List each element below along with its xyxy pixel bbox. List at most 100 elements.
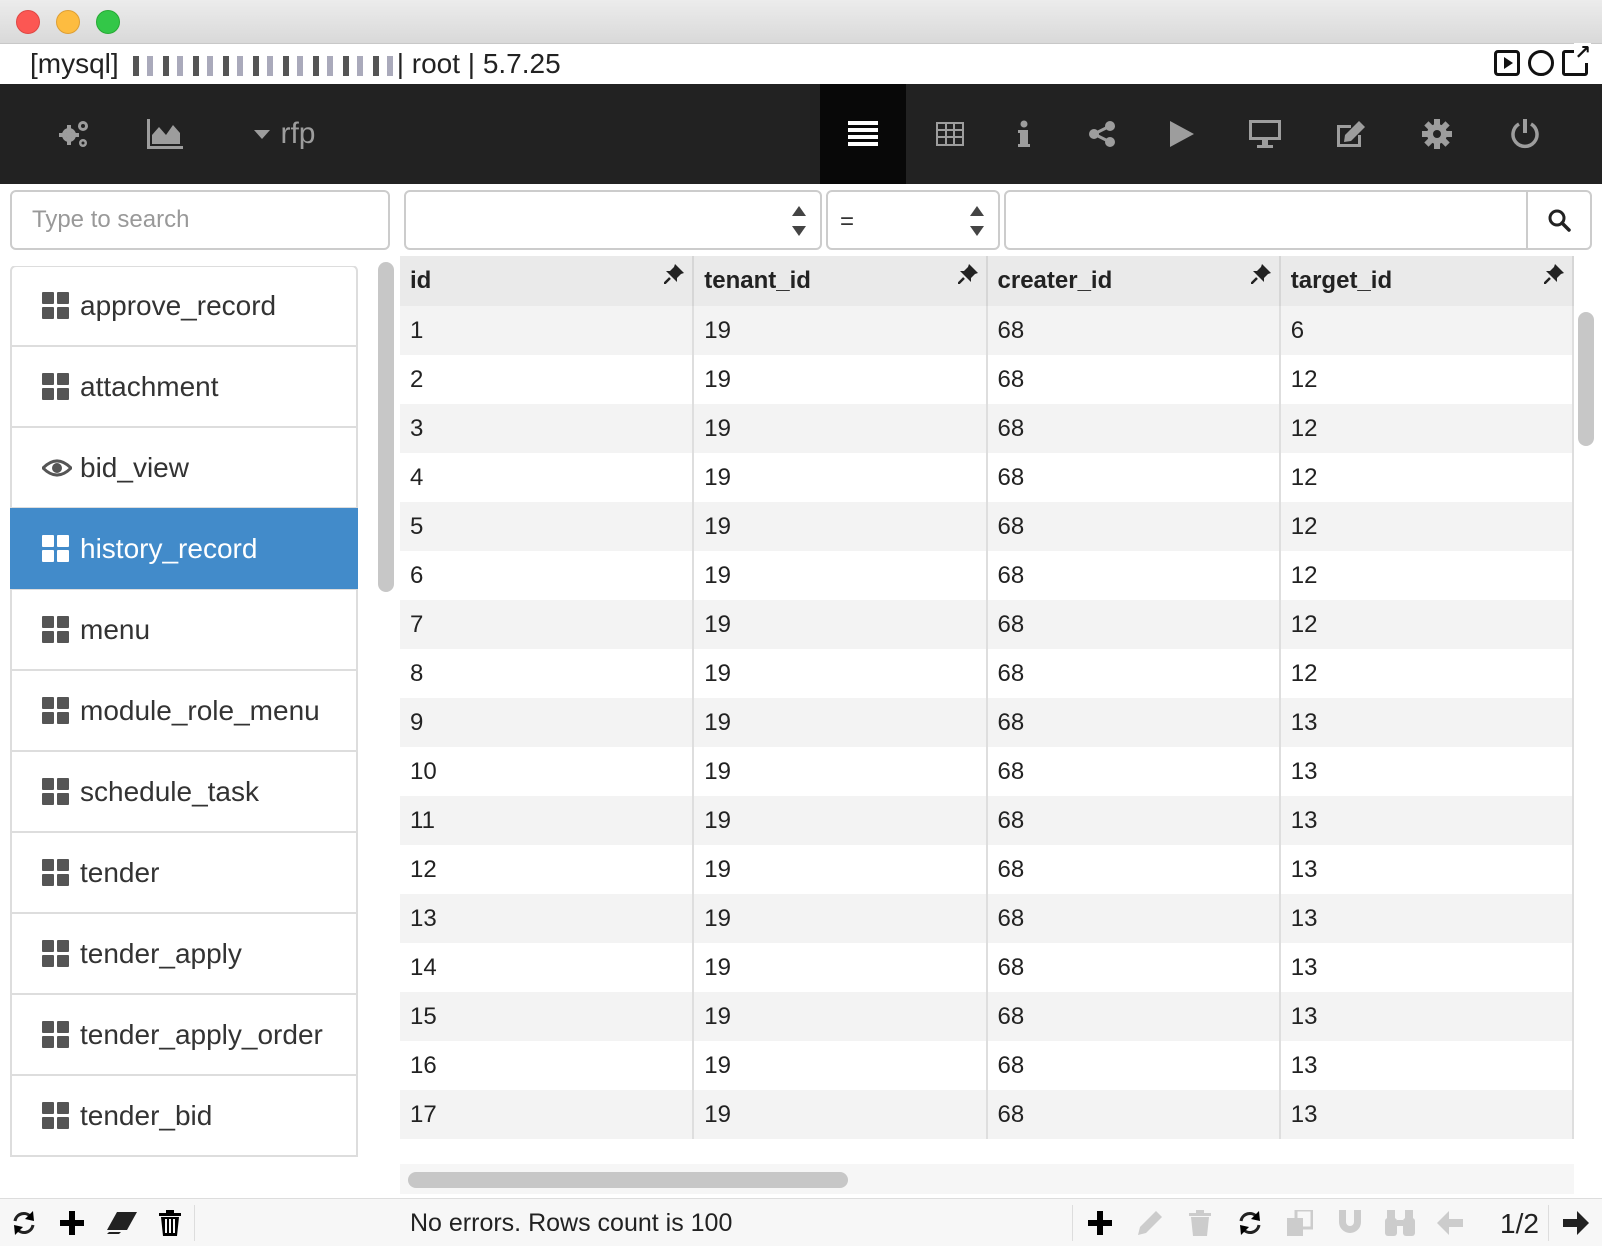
cell-tenant-id[interactable]: 19 [693, 355, 988, 404]
sidebar-item-bid-view[interactable]: bid_view [10, 427, 358, 509]
cell-tenant-id[interactable]: 19 [693, 845, 988, 894]
filter-value-input[interactable] [1004, 190, 1528, 250]
table-row[interactable]: 10 19 68 13 [400, 747, 1574, 796]
next-page-icon[interactable] [1552, 1199, 1600, 1246]
table-row[interactable]: 5 19 68 12 [400, 502, 1574, 551]
reload-rows-icon[interactable] [1226, 1199, 1274, 1246]
cell-creater-id[interactable]: 68 [986, 698, 1281, 747]
cell-target-id[interactable]: 12 [1279, 453, 1574, 502]
grid-vertical-scrollbar[interactable] [1578, 312, 1594, 446]
cell-target-id[interactable]: 12 [1279, 600, 1574, 649]
refresh-tables-icon[interactable] [0, 1199, 48, 1246]
add-row-icon[interactable] [1076, 1199, 1124, 1246]
sidebar-item-module-role-menu[interactable]: module_role_menu [10, 670, 358, 752]
cell-creater-id[interactable]: 68 [986, 992, 1281, 1041]
cell-tenant-id[interactable]: 19 [693, 698, 988, 747]
table-row[interactable]: 16 19 68 13 [400, 1041, 1574, 1090]
cell-target-id[interactable]: 12 [1279, 649, 1574, 698]
sidebar-item-tender-bid[interactable]: tender_bid [10, 1075, 358, 1157]
maximize-window-button[interactable] [96, 10, 120, 34]
database-selector[interactable]: rfp [240, 84, 330, 184]
cell-tenant-id[interactable]: 19 [693, 1041, 988, 1090]
cell-target-id[interactable]: 13 [1279, 1041, 1574, 1090]
filter-search-button[interactable] [1526, 190, 1592, 250]
cell-tenant-id[interactable]: 19 [693, 943, 988, 992]
external-link-icon[interactable] [1562, 43, 1591, 76]
cell-id[interactable]: 2 [400, 355, 695, 404]
media-icon[interactable] [1494, 50, 1520, 76]
sidebar-item-menu[interactable]: menu [10, 589, 358, 671]
pin-icon[interactable] [663, 264, 685, 289]
copy-row-icon[interactable] [1276, 1199, 1324, 1246]
table-row[interactable]: 17 19 68 13 [400, 1090, 1574, 1139]
cell-tenant-id[interactable]: 19 [693, 992, 988, 1041]
cell-tenant-id[interactable]: 19 [693, 502, 988, 551]
cell-id[interactable]: 11 [400, 796, 695, 845]
cell-target-id[interactable]: 13 [1279, 943, 1574, 992]
cell-id[interactable]: 8 [400, 649, 695, 698]
cell-target-id[interactable]: 13 [1279, 894, 1574, 943]
table-row[interactable]: 9 19 68 13 [400, 698, 1574, 747]
list-icon[interactable] [820, 84, 906, 184]
table-row[interactable]: 13 19 68 13 [400, 894, 1574, 943]
cell-creater-id[interactable]: 68 [986, 355, 1281, 404]
cell-tenant-id[interactable]: 19 [693, 747, 988, 796]
cell-id[interactable]: 17 [400, 1090, 695, 1139]
cell-tenant-id[interactable]: 19 [693, 796, 988, 845]
pin-icon[interactable] [1249, 264, 1271, 289]
sidebar-item-schedule-task[interactable]: schedule_task [10, 751, 358, 833]
cell-creater-id[interactable]: 68 [986, 1041, 1281, 1090]
binoculars-icon[interactable] [1376, 1199, 1424, 1246]
cell-creater-id[interactable]: 68 [986, 649, 1281, 698]
pin-icon[interactable] [1543, 264, 1564, 289]
table-row[interactable]: 6 19 68 12 [400, 551, 1574, 600]
table-row[interactable]: 3 19 68 12 [400, 404, 1574, 453]
cell-id[interactable]: 7 [400, 600, 695, 649]
cell-creater-id[interactable]: 68 [986, 600, 1281, 649]
sidebar-item-approve-record[interactable]: approve_record [10, 266, 358, 347]
table-row[interactable]: 12 19 68 13 [400, 845, 1574, 894]
table-row[interactable]: 4 19 68 12 [400, 453, 1574, 502]
cell-target-id[interactable]: 13 [1279, 1090, 1574, 1139]
minimize-window-button[interactable] [56, 10, 80, 34]
cell-id[interactable]: 13 [400, 894, 695, 943]
cell-tenant-id[interactable]: 19 [693, 894, 988, 943]
cell-creater-id[interactable]: 68 [986, 943, 1281, 992]
cell-target-id[interactable]: 12 [1279, 551, 1574, 600]
column-header-creater-id[interactable]: creater_id [986, 256, 1281, 306]
table-row[interactable]: 11 19 68 13 [400, 796, 1574, 845]
cell-id[interactable]: 9 [400, 698, 695, 747]
filter-operator-select[interactable]: = [826, 190, 1000, 250]
desktop-icon[interactable] [1240, 84, 1290, 184]
cell-id[interactable]: 5 [400, 502, 695, 551]
cell-id[interactable]: 1 [400, 306, 695, 355]
cell-tenant-id[interactable]: 19 [693, 1090, 988, 1139]
edit-icon[interactable] [1326, 84, 1376, 184]
gear-icon[interactable] [1412, 84, 1462, 184]
table-row[interactable]: 7 19 68 12 [400, 600, 1574, 649]
sidebar-item-tender-apply[interactable]: tender_apply [10, 913, 358, 995]
cell-id[interactable]: 3 [400, 404, 695, 453]
cell-id[interactable]: 6 [400, 551, 695, 600]
sidebar-item-history-record[interactable]: history_record [10, 508, 358, 590]
cell-tenant-id[interactable]: 19 [693, 600, 988, 649]
cell-tenant-id[interactable]: 19 [693, 306, 988, 355]
cell-id[interactable]: 16 [400, 1041, 695, 1090]
cell-id[interactable]: 10 [400, 747, 695, 796]
grid-horizontal-scrollbar[interactable] [408, 1172, 848, 1188]
table-icon[interactable] [930, 84, 970, 184]
cell-target-id[interactable]: 13 [1279, 992, 1574, 1041]
cell-creater-id[interactable]: 68 [986, 747, 1281, 796]
record-icon[interactable] [1528, 50, 1554, 76]
cogs-icon[interactable] [50, 84, 98, 184]
cell-creater-id[interactable]: 68 [986, 404, 1281, 453]
edit-row-icon[interactable] [1126, 1199, 1174, 1246]
cell-tenant-id[interactable]: 19 [693, 404, 988, 453]
cell-tenant-id[interactable]: 19 [693, 453, 988, 502]
column-header-target-id[interactable]: target_id [1279, 256, 1574, 306]
table-row[interactable]: 8 19 68 12 [400, 649, 1574, 698]
cell-creater-id[interactable]: 68 [986, 551, 1281, 600]
previous-page-icon[interactable] [1426, 1199, 1474, 1246]
cell-target-id[interactable]: 13 [1279, 845, 1574, 894]
table-search-input[interactable] [10, 190, 390, 250]
